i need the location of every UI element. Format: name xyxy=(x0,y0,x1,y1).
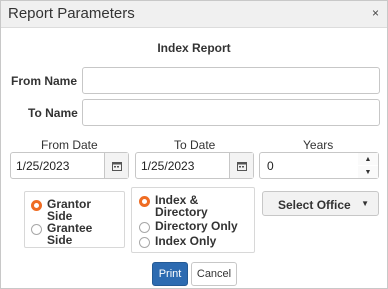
calendar-icon[interactable] xyxy=(229,153,253,178)
to-date-value[interactable]: 1/25/2023 xyxy=(141,159,194,173)
radio-unselected-icon[interactable] xyxy=(139,222,150,233)
close-icon[interactable]: × xyxy=(372,6,379,20)
from-date-value[interactable]: 1/25/2023 xyxy=(16,159,69,173)
from-name-label: From Name xyxy=(11,74,78,88)
spin-up-icon[interactable]: ▲ xyxy=(358,153,378,165)
side-options-group: Grantor Side Grantee Side xyxy=(24,191,125,248)
directory-only-label: Directory Only xyxy=(155,219,238,233)
radio-unselected-icon[interactable] xyxy=(31,224,42,235)
radio-index-directory[interactable]: Index & Directory xyxy=(139,194,251,218)
spin-down-icon[interactable]: ▼ xyxy=(358,166,378,178)
print-button[interactable]: Print xyxy=(152,262,188,286)
select-office-dropdown[interactable]: Select Office ▼ xyxy=(262,191,379,216)
report-name-heading: Index Report xyxy=(157,41,231,55)
report-parameters-dialog: Report Parameters × Index Report From Na… xyxy=(0,0,388,289)
index-options-group: Index & Directory Directory Only Index O… xyxy=(131,187,255,253)
chevron-down-icon: ▼ xyxy=(361,199,369,208)
radio-unselected-icon[interactable] xyxy=(139,237,150,248)
to-date-field[interactable]: 1/25/2023 xyxy=(135,152,254,179)
index-only-label: Index Only xyxy=(155,234,217,248)
index-directory-line2: Directory xyxy=(155,205,208,219)
radio-selected-icon[interactable] xyxy=(31,200,42,211)
years-label: Years xyxy=(303,138,334,152)
dialog-title: Report Parameters xyxy=(8,5,135,22)
from-name-field[interactable] xyxy=(82,67,380,94)
radio-selected-icon[interactable] xyxy=(139,196,150,207)
years-value[interactable]: 0 xyxy=(267,159,274,173)
radio-grantee-side[interactable]: Grantee Side xyxy=(31,222,121,246)
to-date-label: To Date xyxy=(174,138,216,152)
radio-index-only[interactable]: Index Only xyxy=(139,235,251,249)
calendar-icon[interactable] xyxy=(104,153,128,178)
select-office-label: Select Office xyxy=(278,198,351,212)
radio-directory-only[interactable]: Directory Only xyxy=(139,220,251,234)
to-name-label: To Name xyxy=(28,106,78,120)
years-stepper[interactable]: 0 ▲ ▼ xyxy=(259,152,379,179)
from-date-label: From Date xyxy=(41,138,98,152)
dialog-titlebar: Report Parameters × xyxy=(1,1,387,28)
from-name-input[interactable] xyxy=(89,68,373,93)
radio-grantor-side[interactable]: Grantor Side xyxy=(31,198,121,222)
to-name-field[interactable] xyxy=(82,99,380,126)
from-date-field[interactable]: 1/25/2023 xyxy=(10,152,129,179)
cancel-button[interactable]: Cancel xyxy=(191,262,237,286)
grantee-label-line2: Side xyxy=(47,233,73,247)
to-name-input[interactable] xyxy=(89,100,373,125)
